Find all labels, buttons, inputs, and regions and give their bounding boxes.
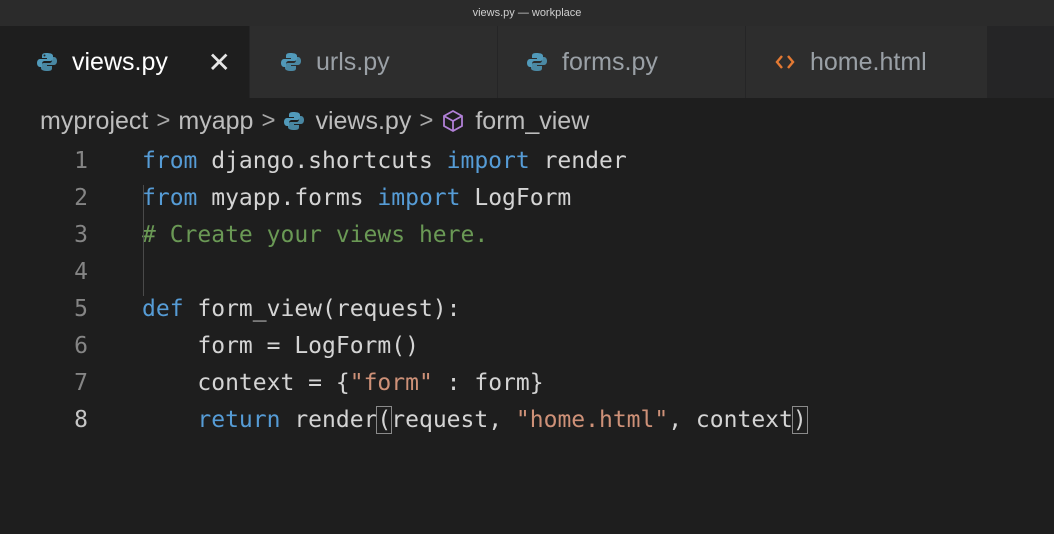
code-text: context = {"form" : form}	[142, 369, 544, 396]
code-line[interactable]: 2 from myapp.forms import LogForm	[0, 179, 1054, 216]
breadcrumb-item-myproject[interactable]: myproject	[40, 107, 148, 136]
chevron-right-icon: >	[419, 107, 434, 134]
tab-label: home.html	[810, 47, 927, 76]
python-icon	[526, 51, 548, 73]
tab-label: views.py	[72, 47, 168, 76]
code-token: # Create your views here.	[142, 221, 489, 248]
breadcrumb-label: myapp	[178, 106, 254, 135]
line-number: 1	[74, 147, 88, 174]
line-number: 7	[74, 369, 88, 396]
tab-home-html[interactable]: home.html	[746, 26, 988, 98]
code-token: "home.html"	[515, 406, 669, 433]
matched-bracket: )	[791, 405, 808, 434]
window-title: views.py — workplace	[472, 7, 582, 19]
tab-forms-py[interactable]: forms.py	[498, 26, 746, 98]
html-icon	[774, 51, 796, 73]
code-text: from django.shortcuts import render	[142, 148, 627, 174]
code-token: def	[142, 295, 184, 322]
code-line[interactable]: 6 form = LogForm()	[0, 327, 1054, 364]
matched-bracket: (	[376, 405, 393, 434]
code-token: LogForm	[460, 184, 572, 211]
breadcrumb-label: views.py	[315, 106, 412, 135]
code-line[interactable]: 1 from django.shortcuts import render	[0, 142, 1054, 179]
code-token: form = LogForm()	[142, 332, 419, 359]
indent-guide	[143, 185, 144, 296]
code-text: # Create your views here.	[142, 222, 488, 248]
code-token: myapp.forms	[197, 184, 378, 211]
line-number: 5	[74, 295, 88, 322]
code-text: return render(request, "home.html", cont…	[142, 405, 808, 434]
tab-label: forms.py	[562, 47, 658, 76]
line-number: 6	[74, 332, 88, 359]
breadcrumb-label: myproject	[40, 106, 149, 135]
code-text: from myapp.forms import LogForm	[142, 185, 571, 211]
code-line[interactable]: 8 return render(request, "home.html", co…	[0, 401, 1054, 438]
code-token: "form"	[349, 369, 433, 396]
breadcrumb-item-views-py[interactable]: views.py	[283, 107, 411, 136]
tab-bar: views.py ✕ urls.py forms.py home.html	[0, 26, 1054, 98]
code-line[interactable]: 7 context = {"form" : form}	[0, 364, 1054, 401]
code-token: return	[197, 406, 281, 433]
code-editor[interactable]: 1 from django.shortcuts import render 2 fro…	[0, 142, 1054, 534]
line-number: 8	[74, 406, 88, 433]
tab-urls-py[interactable]: urls.py	[250, 26, 498, 98]
code-line[interactable]: 5 def form_view(request):	[0, 290, 1054, 327]
python-icon	[36, 51, 58, 73]
chevron-right-icon: >	[261, 107, 276, 134]
python-icon	[283, 110, 305, 132]
code-token: render	[280, 406, 378, 433]
code-token: request,	[391, 406, 516, 433]
close-icon[interactable]: ✕	[208, 46, 231, 79]
code-token: context = {	[142, 369, 350, 396]
code-line[interactable]: 3 # Create your views here.	[0, 216, 1054, 253]
code-token: import	[446, 147, 530, 174]
window-title-bar: views.py — workplace	[0, 0, 1054, 26]
breadcrumb: myproject > myapp > views.py > form_view	[40, 100, 589, 142]
breadcrumb-label: form_view	[475, 106, 590, 135]
code-token: : form}	[432, 369, 544, 396]
code-token: form_view(request):	[183, 295, 461, 322]
code-token: django.shortcuts	[197, 147, 447, 174]
code-token: import	[377, 184, 461, 211]
tab-label: urls.py	[316, 47, 390, 76]
line-number: 2	[74, 184, 88, 211]
breadcrumb-item-myapp[interactable]: myapp	[178, 107, 253, 136]
code-line[interactable]: 4	[0, 253, 1054, 290]
tab-views-py[interactable]: views.py ✕	[0, 26, 250, 98]
line-number: 3	[74, 221, 88, 248]
code-token: from	[142, 147, 198, 174]
code-token: render	[529, 147, 627, 174]
chevron-right-icon: >	[156, 107, 171, 134]
code-text: def form_view(request):	[142, 296, 461, 322]
symbol-method-icon	[441, 109, 465, 133]
code-token: from	[142, 184, 198, 211]
code-text: form = LogForm()	[142, 333, 419, 359]
breadcrumb-item-form-view[interactable]: form_view	[441, 107, 589, 136]
python-icon	[280, 51, 302, 73]
line-number: 4	[74, 258, 88, 285]
code-token: , context	[668, 406, 793, 433]
